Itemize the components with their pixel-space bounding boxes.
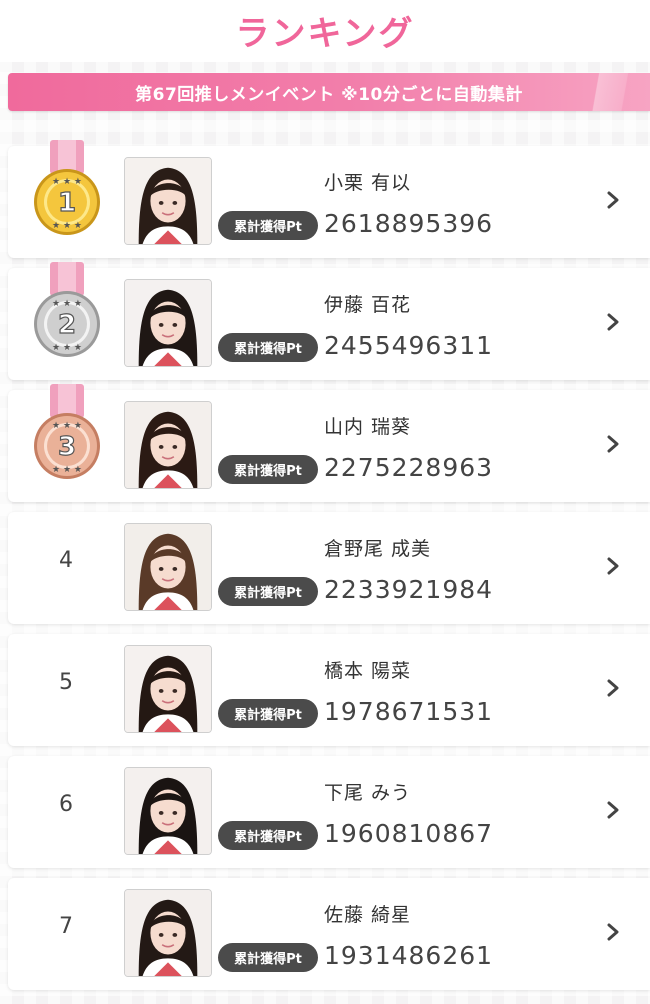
member-photo bbox=[125, 158, 211, 244]
medal-rank-number: 2 bbox=[58, 310, 76, 340]
svg-text:★ ★ ★: ★ ★ ★ bbox=[52, 221, 82, 231]
points-value: 2618895396 bbox=[324, 209, 494, 238]
svg-text:★ ★ ★: ★ ★ ★ bbox=[52, 465, 82, 475]
ranking-row[interactable]: 2 ★ ★ ★ ★ ★ ★ 伊藤 百花 累計獲得Pt 2455496311 bbox=[8, 262, 650, 380]
page-header: ランキング bbox=[0, 0, 650, 62]
member-photo-frame bbox=[124, 889, 212, 977]
ranking-row[interactable]: 4 倉野尾 成美 累計獲得Pt 2233921984 bbox=[8, 512, 650, 624]
event-banner-text: 第67回推しメンイベント ※10分ごとに自動集計 bbox=[135, 84, 523, 105]
member-name: 伊藤 百花 bbox=[324, 294, 412, 316]
rank-number: 6 bbox=[59, 792, 73, 817]
ranking-row[interactable]: 1 ★ ★ ★ ★ ★ ★ 小栗 有以 累計獲得Pt 2618895396 bbox=[8, 140, 650, 258]
member-name: 山内 瑞葵 bbox=[324, 416, 412, 438]
member-photo-frame bbox=[124, 401, 212, 489]
medal-rank-number: 1 bbox=[58, 188, 76, 218]
silver-medal-icon: 2 ★ ★ ★ ★ ★ ★ bbox=[34, 262, 100, 357]
member-name: 橋本 陽菜 bbox=[324, 660, 412, 682]
medal-rank-number: 3 bbox=[58, 432, 76, 462]
svg-text:★ ★ ★: ★ ★ ★ bbox=[52, 421, 82, 431]
page-title: ランキング bbox=[235, 14, 415, 54]
svg-text:★ ★ ★: ★ ★ ★ bbox=[52, 343, 82, 353]
points-badge: 累計獲得Pt bbox=[218, 943, 318, 972]
gold-medal-icon: 1 ★ ★ ★ ★ ★ ★ bbox=[34, 140, 100, 235]
points-badge: 累計獲得Pt bbox=[218, 577, 318, 606]
chevron-right-icon[interactable] bbox=[606, 800, 620, 820]
rank-number: 4 bbox=[59, 548, 73, 573]
chevron-right-icon[interactable] bbox=[606, 190, 620, 210]
member-photo-frame bbox=[124, 767, 212, 855]
points-badge: 累計獲得Pt bbox=[218, 211, 318, 240]
points-badge: 累計獲得Pt bbox=[218, 455, 318, 484]
member-photo-frame bbox=[124, 157, 212, 245]
member-photo-frame bbox=[124, 523, 212, 611]
points-badge: 累計獲得Pt bbox=[218, 699, 318, 728]
bronze-medal-icon: 3 ★ ★ ★ ★ ★ ★ bbox=[34, 384, 100, 479]
member-photo bbox=[125, 280, 211, 366]
ranking-row[interactable]: 6 下尾 みう 累計獲得Pt 1960810867 bbox=[8, 756, 650, 868]
svg-text:★ ★ ★: ★ ★ ★ bbox=[52, 299, 82, 309]
member-photo bbox=[125, 890, 211, 976]
points-badge: 累計獲得Pt bbox=[218, 821, 318, 850]
svg-text:★ ★ ★: ★ ★ ★ bbox=[52, 177, 82, 187]
points-badge: 累計獲得Pt bbox=[218, 333, 318, 362]
ranking-row[interactable]: 5 橋本 陽菜 累計獲得Pt 1978671531 bbox=[8, 634, 650, 746]
rank-number: 7 bbox=[59, 914, 73, 939]
member-photo bbox=[125, 768, 211, 854]
member-photo bbox=[125, 646, 211, 732]
member-photo-frame bbox=[124, 279, 212, 367]
rank-number: 5 bbox=[59, 670, 73, 695]
ranking-row[interactable]: 3 ★ ★ ★ ★ ★ ★ 山内 瑞葵 累計獲得Pt 2275228963 bbox=[8, 384, 650, 502]
member-name: 佐藤 綺星 bbox=[324, 904, 412, 926]
member-photo bbox=[125, 402, 211, 488]
points-value: 1931486261 bbox=[324, 941, 494, 970]
points-value: 2233921984 bbox=[324, 575, 494, 604]
member-name: 下尾 みう bbox=[324, 782, 412, 804]
member-photo bbox=[125, 524, 211, 610]
member-name: 小栗 有以 bbox=[324, 172, 412, 194]
chevron-right-icon[interactable] bbox=[606, 434, 620, 454]
chevron-right-icon[interactable] bbox=[606, 556, 620, 576]
chevron-right-icon[interactable] bbox=[606, 922, 620, 942]
member-photo-frame bbox=[124, 645, 212, 733]
member-name: 倉野尾 成美 bbox=[324, 538, 432, 560]
points-value: 2455496311 bbox=[324, 331, 494, 360]
points-value: 1960810867 bbox=[324, 819, 494, 848]
chevron-right-icon[interactable] bbox=[606, 312, 620, 332]
points-value: 2275228963 bbox=[324, 453, 494, 482]
event-banner: 第67回推しメンイベント ※10分ごとに自動集計 bbox=[8, 73, 650, 111]
points-value: 1978671531 bbox=[324, 697, 494, 726]
chevron-right-icon[interactable] bbox=[606, 678, 620, 698]
ranking-row[interactable]: 7 佐藤 綺星 累計獲得Pt 1931486261 bbox=[8, 878, 650, 990]
